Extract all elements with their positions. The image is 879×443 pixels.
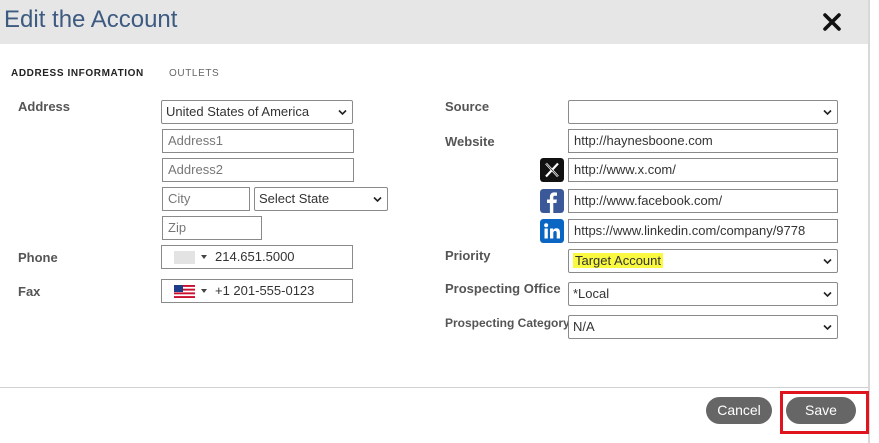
priority-label: Priority (445, 248, 491, 263)
priority-select[interactable]: Target Account (568, 249, 838, 273)
facebook-icon (540, 189, 564, 213)
tab-outlets[interactable]: OUTLETS (169, 68, 219, 79)
phone-label: Phone (18, 250, 58, 265)
chevron-down-icon (373, 196, 382, 203)
chevron-down-icon (823, 258, 832, 265)
chevron-down-icon (338, 109, 347, 116)
fax-value: +1 201-555-0123 (215, 283, 315, 298)
state-value: Select State (259, 191, 330, 206)
x-icon (540, 158, 564, 182)
prospecting-office-value: *Local (573, 286, 610, 301)
caret-down-icon (201, 255, 207, 259)
prospecting-office-select[interactable]: *Local (568, 282, 838, 306)
website-input[interactable]: http://haynesboone.com (568, 129, 838, 153)
us-flag-icon[interactable] (174, 285, 195, 298)
country-flag-icon[interactable] (174, 251, 195, 264)
close-button[interactable] (820, 10, 844, 34)
x-url-input[interactable]: http://www.x.com/ (568, 158, 838, 182)
source-label: Source (445, 99, 490, 114)
country-select[interactable]: United States of America (161, 100, 353, 124)
chevron-down-icon (823, 324, 832, 331)
state-select[interactable]: Select State (254, 187, 388, 211)
dialog-edge (868, 0, 870, 443)
phone-input[interactable]: 214.651.5000 (161, 245, 353, 269)
address-label: Address (18, 99, 71, 114)
save-highlight-box (780, 391, 869, 434)
linkedin-icon (540, 219, 564, 243)
country-value: United States of America (166, 104, 310, 119)
close-icon (823, 13, 841, 31)
address1-input[interactable]: Address1 (162, 129, 354, 153)
linkedin-url-input[interactable]: https://www.linkedin.com/company/9778 (568, 219, 838, 243)
facebook-url-input[interactable]: http://www.facebook.com/ (568, 189, 838, 213)
priority-value: Target Account (573, 253, 663, 268)
cancel-button[interactable]: Cancel (706, 397, 772, 424)
caret-down-icon (201, 289, 207, 293)
city-input[interactable]: City (162, 187, 250, 211)
chevron-down-icon (823, 291, 832, 298)
source-select[interactable] (568, 100, 838, 124)
prospecting-category-value: N/A (573, 319, 595, 334)
prospecting-category-select[interactable]: N/A (568, 315, 838, 339)
tab-address-information[interactable]: ADDRESS INFORMATION (11, 68, 144, 79)
dialog-title: Edit the Account (4, 6, 178, 33)
prospecting-office-label: Prospecting Office (445, 281, 561, 296)
address2-input[interactable]: Address2 (162, 158, 354, 182)
fax-input[interactable]: +1 201-555-0123 (161, 279, 353, 303)
prospecting-category-label: Prospecting Category (445, 316, 570, 330)
website-label: Website (445, 134, 495, 149)
fax-label: Fax (18, 284, 41, 299)
zip-input[interactable]: Zip (162, 216, 262, 240)
chevron-down-icon (823, 109, 832, 116)
phone-value: 214.651.5000 (215, 249, 295, 264)
footer-divider (0, 387, 868, 388)
